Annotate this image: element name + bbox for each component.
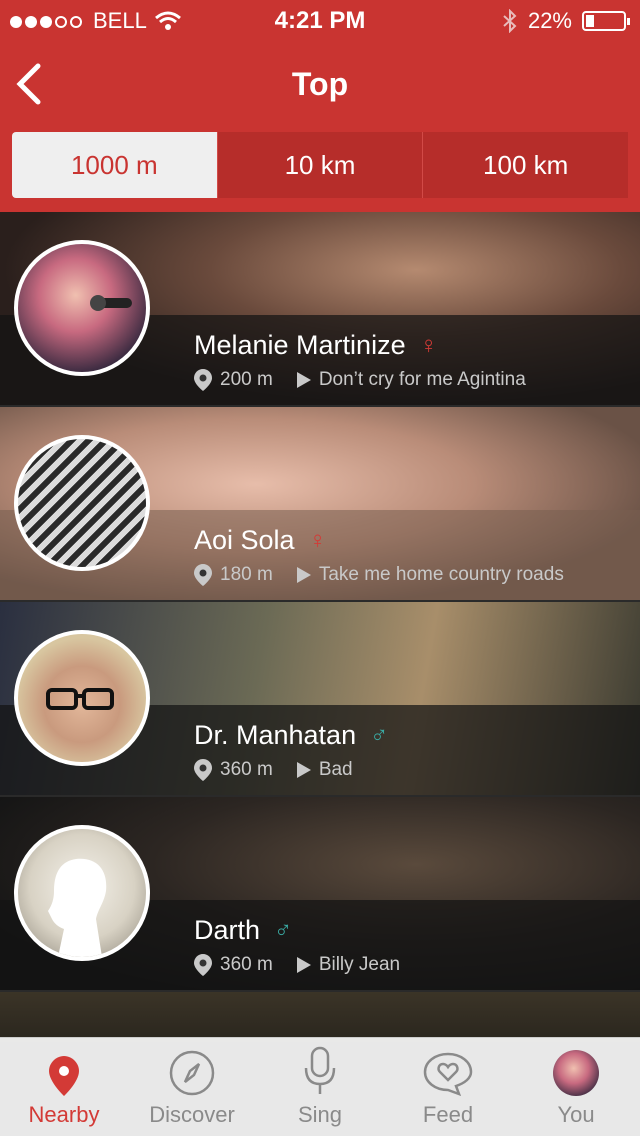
distance: 200 m (220, 369, 273, 390)
play-icon (296, 762, 311, 778)
distance: 360 m (220, 954, 273, 975)
user-name: Dr. Manhatan (194, 720, 357, 750)
user-meta: 180 m Take me home country roads (194, 564, 564, 586)
tab-bar: Nearby Discover Sing Feed You (0, 1037, 640, 1136)
page-title: Top (291, 66, 349, 102)
tab-label: You (557, 1102, 595, 1127)
avatar[interactable] (14, 240, 150, 376)
avatar[interactable] (14, 435, 150, 571)
song-title: Take me home country roads (318, 564, 564, 585)
song-title: Billy Jean (318, 954, 401, 975)
user-name-row: Darth ♂ (194, 915, 292, 946)
distance-segmented-control: 1000 m 10 km 100 km (12, 132, 629, 198)
battery-icon (582, 11, 630, 31)
location-pin-icon (194, 759, 212, 781)
user-name: Melanie Martinize (194, 330, 406, 360)
user-name: Aoi Sola (194, 525, 295, 555)
play-icon (296, 372, 311, 388)
header: BELL 4:21 PM 22% Top 1000 m 10 km 100 km (0, 0, 640, 212)
tab-nearby[interactable]: Nearby (0, 1038, 128, 1136)
play-icon (296, 567, 311, 583)
location-pin-icon (194, 954, 212, 976)
battery-percent: 22% (527, 8, 572, 33)
heart-bubble-icon (423, 1052, 473, 1096)
tab-label: Sing (297, 1102, 343, 1127)
segment-10km[interactable]: 10 km (217, 132, 424, 198)
tab-discover[interactable]: Discover (128, 1038, 256, 1136)
location-pin-icon (194, 564, 212, 586)
avatar[interactable] (14, 825, 150, 961)
user-meta: 360 m Billy Jean (194, 954, 400, 976)
female-icon: ♀ (308, 526, 327, 554)
female-icon: ♀ (419, 331, 438, 359)
male-icon: ♂ (370, 721, 389, 749)
user-name: Darth (194, 915, 261, 945)
microphone-icon (90, 295, 132, 311)
tab-label: Discover (149, 1102, 235, 1127)
user-name-row: Dr. Manhatan ♂ (194, 720, 388, 751)
tab-sing[interactable]: Sing (256, 1038, 384, 1136)
avatar (553, 1050, 599, 1096)
partial-list-item[interactable] (0, 992, 640, 1042)
avatar[interactable] (14, 630, 150, 766)
song-title: Don’t cry for me Agintina (318, 369, 526, 390)
default-profile-icon (48, 858, 107, 957)
list-item[interactable]: Darth ♂ 360 m Billy Jean (0, 797, 640, 992)
microphone-icon (304, 1046, 336, 1094)
distance: 360 m (220, 759, 273, 780)
tab-label: Feed (422, 1102, 474, 1127)
list-item[interactable]: Aoi Sola ♀ 180 m Take me home country ro… (0, 407, 640, 602)
list-item[interactable]: Melanie Martinize ♀ 200 m Don’t cry for … (0, 212, 640, 407)
distance: 180 m (220, 564, 273, 585)
play-icon (296, 957, 311, 973)
location-pin-icon (49, 1056, 79, 1096)
user-meta: 360 m Bad (194, 759, 353, 781)
tab-you[interactable]: You (512, 1038, 640, 1136)
compass-icon (169, 1050, 215, 1096)
status-bar: BELL 4:21 PM 22% (0, 0, 640, 40)
song-title: Bad (318, 759, 353, 780)
user-list: Melanie Martinize ♀ 200 m Don’t cry for … (0, 212, 640, 992)
list-item[interactable]: Dr. Manhatan ♂ 360 m Bad (0, 602, 640, 797)
segment-100km[interactable]: 100 km (423, 132, 629, 198)
glasses-icon (46, 688, 114, 710)
segment-1000m[interactable]: 1000 m (12, 132, 218, 198)
user-name-row: Melanie Martinize ♀ (194, 330, 438, 361)
location-pin-icon (194, 369, 212, 391)
male-icon: ♂ (274, 916, 293, 944)
tab-label: Nearby (28, 1102, 100, 1127)
tab-feed[interactable]: Feed (384, 1038, 512, 1136)
user-name-row: Aoi Sola ♀ (194, 525, 327, 556)
bluetooth-icon (503, 9, 517, 33)
user-meta: 200 m Don’t cry for me Agintina (194, 369, 526, 391)
